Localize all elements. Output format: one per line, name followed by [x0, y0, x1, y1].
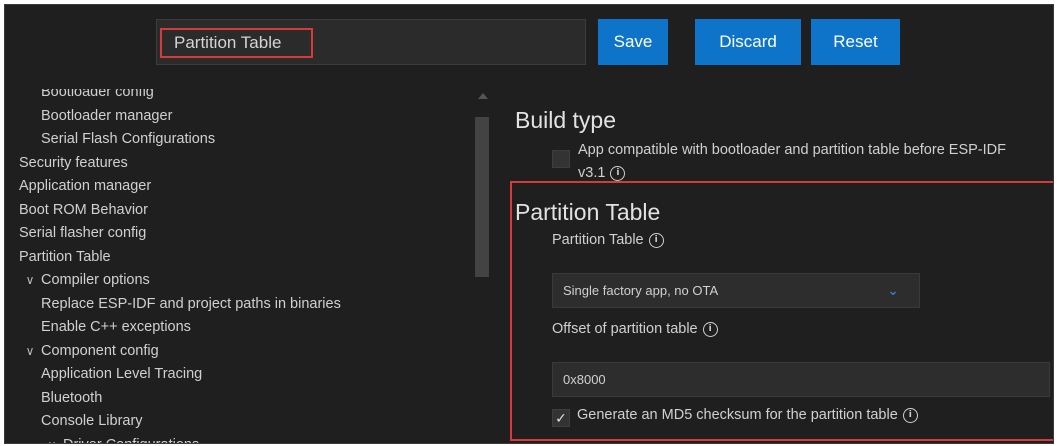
- settings-panel: Build type App compatible with bootloade…: [501, 89, 1053, 443]
- search-highlight: [160, 28, 313, 58]
- partition-table-label: Partition Table i: [552, 232, 664, 248]
- chevron-down-icon: ⌄: [887, 282, 899, 298]
- partition-table-label-text: Partition Table: [552, 232, 644, 248]
- sidebar-item-label: Security features: [19, 154, 128, 171]
- toolbar: Save Discard Reset: [5, 5, 1053, 89]
- build-compat-label: App compatible with bootloader and parti…: [578, 139, 1018, 185]
- partition-table-select[interactable]: Single factory app, no OTA ⌄: [552, 273, 920, 308]
- search-box[interactable]: [156, 19, 586, 65]
- build-compat-checkbox[interactable]: [552, 150, 570, 168]
- md5-label: Generate an MD5 checksum for the partiti…: [577, 407, 918, 423]
- sidebar-item[interactable]: Bluetooth: [41, 387, 102, 410]
- chevron-down-icon[interactable]: ∨: [41, 434, 63, 444]
- build-type-heading: Build type: [515, 107, 617, 133]
- settings-window: Save Discard Reset Bootloader configBoot…: [4, 4, 1054, 444]
- info-icon[interactable]: i: [648, 232, 664, 248]
- sidebar-item-label: Application manager: [19, 178, 152, 194]
- info-icon[interactable]: i: [610, 165, 626, 181]
- reset-button[interactable]: Reset: [811, 19, 900, 65]
- sidebar-item-label: Compiler options: [41, 272, 150, 288]
- sidebar-item-label: Partition Table: [19, 248, 111, 265]
- partition-table-value: Single factory app, no OTA: [563, 283, 719, 298]
- sidebar-item-label: Bluetooth: [41, 389, 103, 406]
- sidebar-item-label: Bootloader config: [41, 89, 154, 100]
- sidebar-scroll-thumb[interactable]: [475, 117, 489, 277]
- offset-input[interactable]: 0x8000: [552, 362, 1050, 397]
- sidebar-item[interactable]: Replace ESP-IDF and project paths in bin…: [41, 293, 341, 316]
- info-icon[interactable]: i: [702, 321, 718, 337]
- search-input[interactable]: [174, 33, 299, 53]
- sidebar-item-label: Component config: [41, 342, 159, 359]
- checkmark-icon: ✓: [555, 409, 567, 426]
- sidebar-item[interactable]: ∨ Component config: [19, 340, 159, 363]
- chevron-down-icon[interactable]: ∨: [19, 269, 41, 292]
- sidebar-item[interactable]: Partition Table: [19, 246, 111, 269]
- sidebar-item[interactable]: Application manager: [19, 175, 151, 198]
- sidebar-item-label: Console Library: [41, 413, 143, 429]
- sidebar-item[interactable]: ∨Driver Configurations: [41, 434, 200, 444]
- sidebar-item-label: Boot ROM Behavior: [19, 201, 148, 218]
- md5-checkbox[interactable]: ✓: [552, 409, 570, 427]
- offset-label-text: Offset of partition table: [552, 321, 698, 337]
- sidebar-item-label: Enable C++ exceptions: [41, 319, 191, 335]
- sidebar-item-label: Application Level Tracing: [41, 366, 203, 382]
- build-compat-text: App compatible with bootloader and parti…: [578, 142, 1006, 181]
- sidebar-item[interactable]: Serial flasher config: [19, 222, 146, 245]
- partition-table-heading: Partition Table: [515, 199, 661, 225]
- offset-value: 0x8000: [563, 372, 606, 387]
- sidebar-item[interactable]: Bootloader config: [41, 89, 154, 104]
- scroll-up-arrow-icon[interactable]: [478, 93, 488, 99]
- sidebar-item-label: Bootloader manager: [41, 107, 173, 124]
- sidebar-item[interactable]: Bootloader manager: [41, 105, 172, 128]
- info-icon[interactable]: i: [902, 407, 918, 423]
- chevron-down-icon[interactable]: ∨: [19, 340, 41, 363]
- sidebar-item-label: Serial flasher config: [19, 225, 147, 241]
- sidebar-item-label: Serial Flash Configurations: [41, 131, 216, 147]
- discard-button[interactable]: Discard: [695, 19, 801, 65]
- sidebar-item-label: Driver Configurations: [63, 437, 199, 444]
- sidebar-item[interactable]: Console Library: [41, 410, 143, 433]
- sidebar-item[interactable]: Security features: [19, 152, 128, 175]
- sidebar-tree: Bootloader config Bootloader manager Seria…: [5, 89, 475, 444]
- offset-label: Offset of partition table i: [552, 321, 718, 337]
- save-button[interactable]: Save: [598, 19, 668, 65]
- sidebar-item[interactable]: Enable C++ exceptions: [41, 316, 191, 339]
- sidebar-item[interactable]: ∨ Compiler options: [19, 269, 150, 292]
- sidebar-item[interactable]: Boot ROM Behavior: [19, 199, 148, 222]
- sidebar-item-label: Replace ESP-IDF and project paths in bin…: [41, 295, 341, 312]
- md5-label-text: Generate an MD5 checksum for the partiti…: [577, 407, 898, 423]
- sidebar-item[interactable]: Serial Flash Configurations: [41, 128, 215, 151]
- sidebar-item[interactable]: Application Level Tracing: [41, 363, 202, 386]
